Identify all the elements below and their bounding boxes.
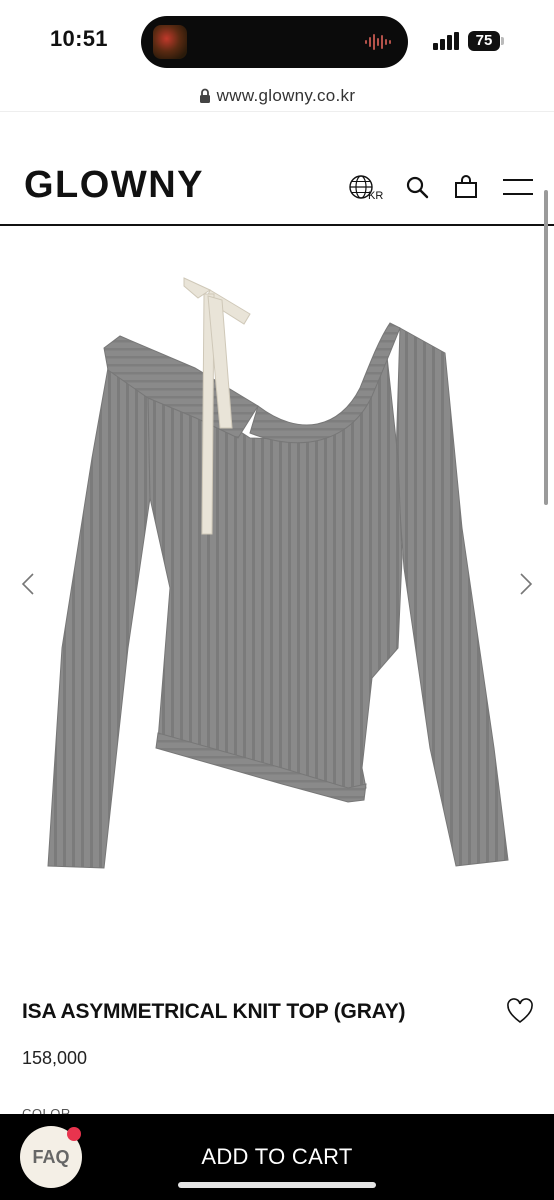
battery-indicator: 75: [468, 31, 500, 51]
product-title: ISA ASYMMETRICAL KNIT TOP (GRAY): [22, 1000, 406, 1023]
chevron-right-icon: [520, 573, 533, 595]
product-gallery[interactable]: [0, 228, 554, 968]
previous-image-button[interactable]: [16, 568, 40, 600]
status-time: 10:51: [50, 26, 108, 51]
search-button[interactable]: [400, 170, 434, 204]
menu-button[interactable]: [501, 170, 535, 204]
wishlist-button[interactable]: [506, 998, 536, 1026]
bottom-action-bar: ADD TO CART FAQ: [0, 1114, 554, 1200]
menu-icon: [503, 179, 533, 195]
heart-icon: [507, 998, 533, 1024]
browser-url-bar[interactable]: www.glowny.co.kr: [0, 80, 554, 112]
audio-wave-icon: [365, 34, 391, 50]
dynamic-island[interactable]: [141, 16, 408, 68]
notification-dot: [67, 1127, 81, 1141]
language-code: KR: [368, 190, 384, 202]
page-scrollbar[interactable]: [544, 190, 548, 505]
cart-button[interactable]: [449, 170, 483, 204]
now-playing-artwork: [153, 25, 187, 59]
search-icon: [406, 176, 429, 199]
add-to-cart-button[interactable]: ADD TO CART: [110, 1144, 444, 1170]
site-header: GLOWNY KR: [0, 140, 554, 226]
status-bar: 10:51 75: [0, 0, 554, 80]
product-image: [47, 277, 509, 869]
home-indicator[interactable]: [178, 1182, 376, 1188]
lock-icon: [199, 88, 210, 103]
battery-nub: [501, 37, 504, 45]
url-text: www.glowny.co.kr: [216, 85, 356, 105]
brand-logo[interactable]: GLOWNY: [24, 164, 204, 207]
product-price: 158,000: [22, 1048, 88, 1068]
bag-icon: [455, 175, 477, 198]
next-image-button[interactable]: [514, 568, 538, 600]
chevron-left-icon: [21, 573, 34, 595]
signal-icon: [433, 32, 459, 50]
